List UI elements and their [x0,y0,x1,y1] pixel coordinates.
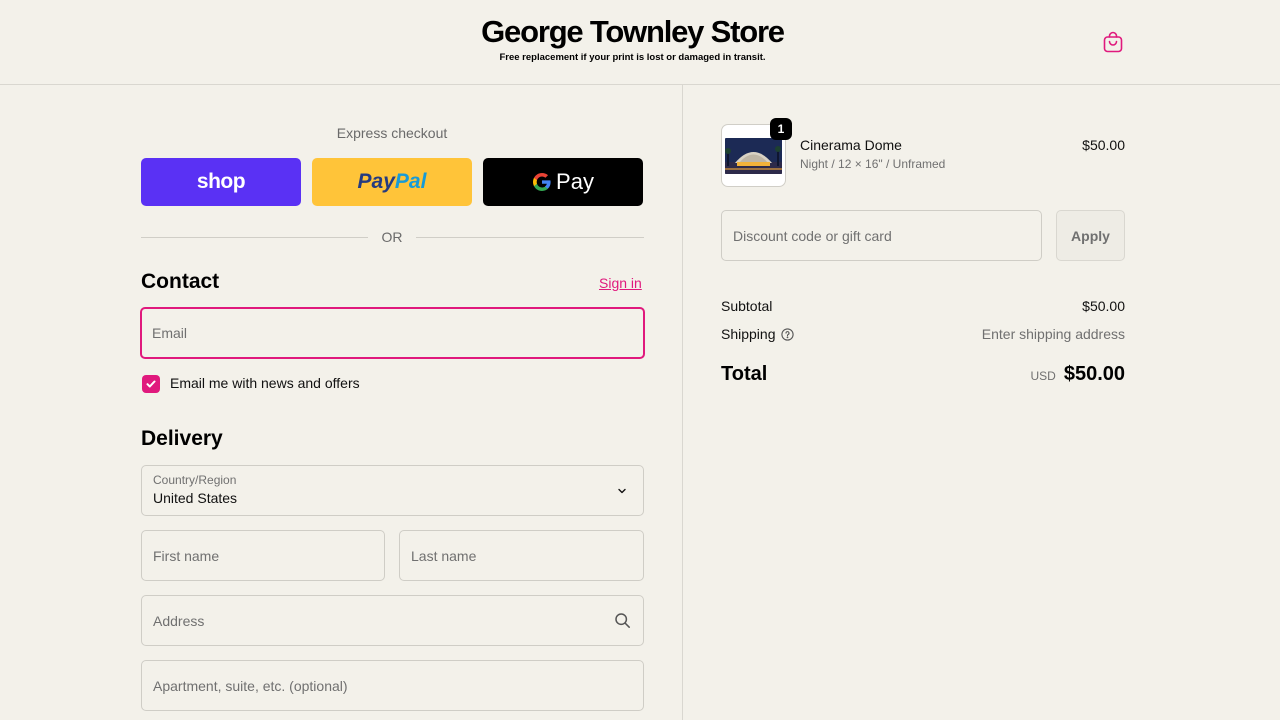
search-icon [615,613,630,628]
subtotal-value: $50.00 [1082,298,1125,314]
email-placeholder: Email [152,325,188,341]
column-divider [682,85,683,720]
store-name[interactable]: George Townley Store [0,14,1265,50]
paypal-logo-pal: Pal [394,170,427,193]
discount-placeholder: Discount code or gift card [733,227,892,244]
contact-title: Contact [141,270,220,293]
last-name-field[interactable]: Last name [399,530,644,581]
country-label: Country/Region [153,473,237,487]
address-placeholder: Address [153,612,205,629]
apartment-placeholder: Apartment, suite, etc. (optional) [153,677,348,694]
paypal-button[interactable]: Pay Pal [312,158,472,206]
chevron-down-icon [618,488,626,494]
store-header: George Townley Store Free replacement if… [0,0,1280,85]
country-value: United States [153,490,238,506]
cinerama-dome-print-image [725,137,782,174]
google-pay-label: Pay [556,169,594,194]
shipping-label: Shipping [721,326,776,342]
total-value: $50.00 [1063,363,1125,385]
discount-code-field[interactable]: Discount code or gift card [721,210,1042,261]
total-amount: USD $50.00 [1030,363,1125,386]
or-separator: OR [381,229,403,245]
first-name-placeholder: First name [153,547,220,564]
sign-in-link[interactable]: Sign in [599,275,642,291]
total-label: Total [721,363,768,385]
subtotal-label: Subtotal [721,298,773,314]
delivery-title: Delivery [141,427,223,450]
question-circle-icon[interactable] [780,328,794,341]
currency-code: USD [1030,369,1056,383]
product-price: $50.00 [1082,137,1125,153]
express-checkout-label: Express checkout [336,125,448,141]
shop-pay-logo: shop [196,170,246,193]
newsletter-label[interactable]: Email me with news and offers [170,375,360,391]
address-field[interactable]: Address [141,595,644,646]
shipping-row-label: Shipping [721,326,794,342]
shipping-value: Enter shipping address [981,326,1125,342]
product-name: Cinerama Dome [800,137,902,153]
apply-discount-button[interactable]: Apply [1056,210,1125,261]
last-name-placeholder: Last name [411,547,477,564]
shop-pay-button[interactable]: shop [141,158,301,206]
google-g-icon [533,173,551,191]
checkmark-icon [146,380,156,388]
google-pay-button[interactable]: Pay [483,158,643,206]
or-divider-left [141,237,368,238]
newsletter-checkbox[interactable] [142,375,160,393]
apartment-field[interactable]: Apartment, suite, etc. (optional) [141,660,644,711]
email-field[interactable]: Email [140,307,645,359]
shopping-bag-icon[interactable] [1101,30,1125,54]
product-variant: Night / 12 × 16" / Unframed [800,157,946,171]
or-divider-right [416,237,644,238]
quantity-badge: 1 [770,118,792,140]
store-tagline: Free replacement if your print is lost o… [499,52,766,63]
paypal-logo-pay: Pay [357,170,395,193]
first-name-field[interactable]: First name [141,530,385,581]
